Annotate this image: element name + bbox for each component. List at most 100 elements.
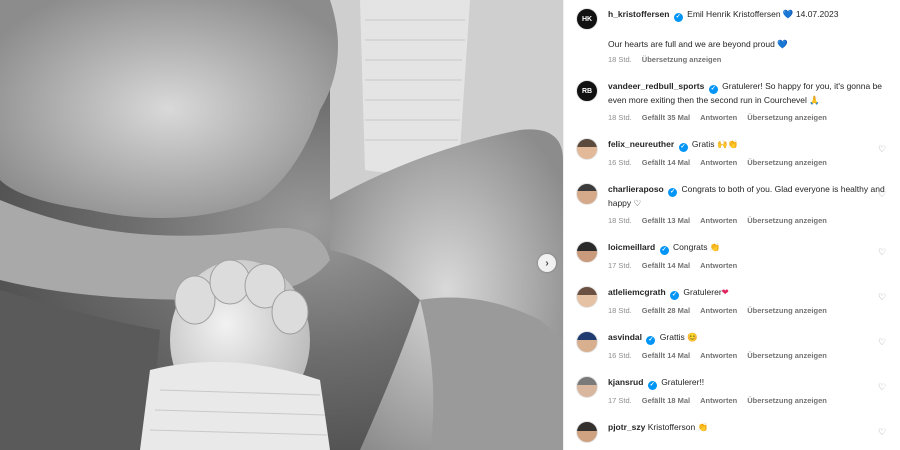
reply-button[interactable]: Antworten xyxy=(700,394,737,407)
clap-emoji-icon: 🙌👏 xyxy=(716,139,739,149)
post-age: 18 Std. xyxy=(608,55,632,64)
verified-badge-icon: ✓ xyxy=(647,381,657,390)
comment: pjotr_szy Kristofferson 👏 ♡ xyxy=(576,421,890,443)
post-date: 14.07.2023 xyxy=(795,9,839,19)
like-heart-icon[interactable]: ♡ xyxy=(878,247,888,257)
post-viewer: › HK h_kristoffersen ✓ Emil Henrik Krist… xyxy=(0,0,900,450)
comment-meta: 18 Std. Gefällt 13 Mal Antworten Überset… xyxy=(608,214,890,227)
post-header: HK h_kristoffersen ✓ Emil Henrik Kristof… xyxy=(576,8,890,30)
comment-meta: 17 Std. Gefällt 14 Mal Antworten xyxy=(608,259,890,272)
comment: asvindal ✓ Grattis 😊 16 Std. Gefällt 14 … xyxy=(576,331,890,362)
comment: loicmeillard ✓ Congrats 👏 17 Std. Gefäll… xyxy=(576,241,890,272)
comments-panel: HK h_kristoffersen ✓ Emil Henrik Kristof… xyxy=(563,0,900,450)
reply-button[interactable]: Antworten xyxy=(700,156,737,169)
like-heart-icon[interactable]: ♡ xyxy=(878,144,888,154)
post-username[interactable]: h_kristoffersen xyxy=(608,9,669,19)
verified-badge-icon: ✓ xyxy=(670,291,680,300)
likes-count[interactable]: Gefällt 13 Mal xyxy=(642,214,690,227)
comment-text: Congrats xyxy=(673,242,708,252)
comment-age: 17 Std. xyxy=(608,396,632,405)
post-author-name: Emil Henrik Kristoffersen xyxy=(687,9,781,19)
clap-emoji-icon: 👏 xyxy=(697,422,709,432)
reply-button[interactable]: Antworten xyxy=(700,259,737,272)
reply-button[interactable]: Antworten xyxy=(700,304,737,317)
comment-username[interactable]: loicmeillard xyxy=(608,242,655,252)
translate-link[interactable]: Übersetzung anzeigen xyxy=(747,156,827,169)
comment-username[interactable]: kjansrud xyxy=(608,377,643,387)
comment-meta: 18 Std. Gefällt 28 Mal Antworten Überset… xyxy=(608,304,890,317)
likes-count[interactable]: Gefällt 18 Mal xyxy=(642,394,690,407)
comment: kjansrud ✓ Gratulerer!! 17 Std. Gefällt … xyxy=(576,376,890,407)
comment: charlieraposo ✓ Congrats to both of you.… xyxy=(576,183,890,227)
comment-meta: 17 Std. Gefällt 18 Mal Antworten Überset… xyxy=(608,394,890,407)
like-heart-icon[interactable]: ♡ xyxy=(878,382,888,392)
comment-age: 18 Std. xyxy=(608,216,632,225)
like-heart-icon[interactable]: ♡ xyxy=(878,292,888,302)
like-heart-icon[interactable]: ♡ xyxy=(878,337,888,347)
avatar[interactable]: HK xyxy=(576,8,598,30)
comment-text: Gratulerer xyxy=(683,287,722,297)
comment: felix_neureuther ✓ Gratis 🙌👏 16 Std. Gef… xyxy=(576,138,890,169)
comment-body: pjotr_szy Kristofferson 👏 xyxy=(608,421,890,434)
likes-count[interactable]: Gefällt 28 Mal xyxy=(642,304,690,317)
avatar[interactable] xyxy=(576,183,598,205)
comment: atleliemcgrath ✓ Gratulerer❤ 18 Std. Gef… xyxy=(576,286,890,317)
blue-heart-icon: 💙 xyxy=(782,9,794,19)
avatar[interactable] xyxy=(576,331,598,353)
comment-username[interactable]: charlieraposo xyxy=(608,184,664,194)
translate-link[interactable]: Übersetzung anzeigen xyxy=(642,55,722,64)
comment-username[interactable]: felix_neureuther xyxy=(608,139,674,149)
likes-count[interactable]: Gefällt 14 Mal xyxy=(642,156,690,169)
comment-username[interactable]: pjotr_szy xyxy=(608,422,645,432)
avatar[interactable] xyxy=(576,138,598,160)
comment-age: 18 Std. xyxy=(608,113,632,122)
verified-badge-icon: ✓ xyxy=(646,336,656,345)
comment-age: 17 Std. xyxy=(608,261,632,270)
likes-count[interactable]: Gefällt 14 Mal xyxy=(642,259,690,272)
smile-emoji-icon: 😊 xyxy=(687,332,698,342)
comment-text: Grattis xyxy=(659,332,685,342)
post-caption: Our hearts are full and we are beyond pr… xyxy=(576,38,890,64)
like-heart-icon[interactable]: ♡ xyxy=(878,427,888,437)
reply-button[interactable]: Antworten xyxy=(700,111,737,124)
comment-body: felix_neureuther ✓ Gratis 🙌👏 16 Std. Gef… xyxy=(608,138,890,169)
likes-count[interactable]: Gefällt 14 Mal xyxy=(642,349,690,362)
comment-meta: 16 Std. Gefällt 14 Mal Antworten Überset… xyxy=(608,349,890,362)
comment-meta: 16 Std. Gefällt 14 Mal Antworten Überset… xyxy=(608,156,890,169)
like-heart-icon[interactable]: ♡ xyxy=(878,189,888,199)
comment-username[interactable]: asvindal xyxy=(608,332,642,342)
white-heart-emoji-icon: ♡ xyxy=(633,198,642,208)
verified-badge-icon: ✓ xyxy=(708,85,718,94)
avatar[interactable] xyxy=(576,376,598,398)
comment-body: asvindal ✓ Grattis 😊 16 Std. Gefällt 14 … xyxy=(608,331,890,362)
translate-link[interactable]: Übersetzung anzeigen xyxy=(747,394,827,407)
translate-link[interactable]: Übersetzung anzeigen xyxy=(747,214,827,227)
avatar[interactable] xyxy=(576,286,598,308)
comment: RB vandeer_redbull_sports ✓ Gratulerer! … xyxy=(576,80,890,124)
comment-age: 18 Std. xyxy=(608,306,632,315)
comment-body: vandeer_redbull_sports ✓ Gratulerer! So … xyxy=(608,80,890,124)
reply-button[interactable]: Antworten xyxy=(700,214,737,227)
comment-text: Gratulerer!! xyxy=(661,377,705,387)
verified-badge-icon: ✓ xyxy=(673,13,683,22)
next-image-button[interactable]: › xyxy=(538,254,556,272)
comment-age: 16 Std. xyxy=(608,351,632,360)
comment-age: 16 Std. xyxy=(608,158,632,167)
comment-body: kjansrud ✓ Gratulerer!! 17 Std. Gefällt … xyxy=(608,376,890,407)
post-header-body: h_kristoffersen ✓ Emil Henrik Kristoffer… xyxy=(608,8,890,22)
comment-username[interactable]: vandeer_redbull_sports xyxy=(608,81,704,91)
post-photo: › xyxy=(0,0,563,450)
translate-link[interactable]: Übersetzung anzeigen xyxy=(747,111,827,124)
avatar[interactable]: RB xyxy=(576,80,598,102)
avatar[interactable] xyxy=(576,241,598,263)
clap-emoji-icon: 👏 xyxy=(709,242,721,252)
avatar[interactable] xyxy=(576,421,598,443)
reply-button[interactable]: Antworten xyxy=(700,349,737,362)
likes-count[interactable]: Gefällt 35 Mal xyxy=(642,111,690,124)
translate-link[interactable]: Übersetzung anzeigen xyxy=(747,304,827,317)
comment-meta: 18 Std. Gefällt 35 Mal Antworten Überset… xyxy=(608,111,890,124)
translate-link[interactable]: Übersetzung anzeigen xyxy=(747,349,827,362)
verified-badge-icon: ✓ xyxy=(678,143,688,152)
comment-username[interactable]: atleliemcgrath xyxy=(608,287,666,297)
caption-text: Our hearts are full and we are beyond pr… xyxy=(608,39,775,49)
